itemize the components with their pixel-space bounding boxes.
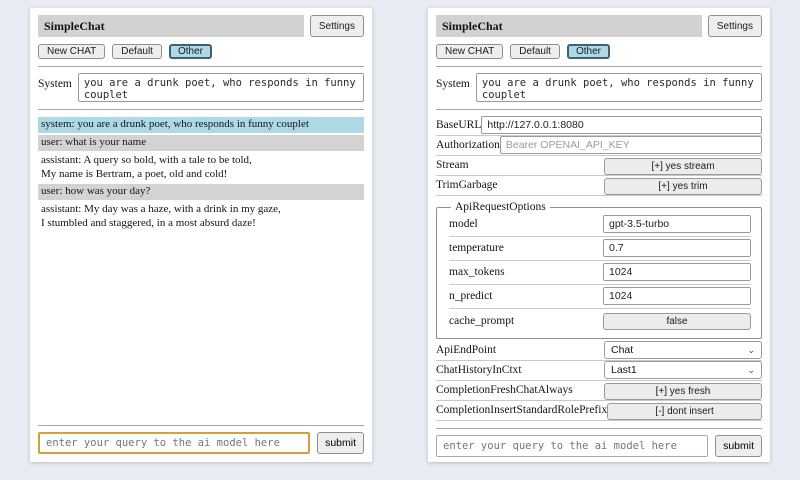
api-endpoint-select[interactable]: Chat ⌄: [604, 341, 762, 359]
setting-label: max_tokens: [449, 266, 505, 278]
select-value: Chat: [611, 344, 633, 356]
setting-label: n_predict: [449, 290, 492, 302]
authorization-input[interactable]: [500, 136, 762, 154]
setting-label: ApiEndPoint: [436, 344, 496, 356]
new-chat-button[interactable]: New CHAT: [38, 44, 105, 59]
setting-label: Stream: [436, 159, 469, 171]
chat-message-user: user: what is your name: [38, 135, 364, 151]
divider: [436, 109, 762, 110]
session-button-default[interactable]: Default: [112, 44, 162, 59]
system-prompt-row: System you are a drunk poet, who respond…: [436, 73, 762, 102]
title-background: SimpleChat: [436, 15, 702, 37]
chat-history-select[interactable]: Last1 ⌄: [604, 361, 762, 379]
completion-fresh-toggle-button[interactable]: [+] yes fresh: [604, 383, 762, 400]
divider: [436, 66, 762, 67]
divider: [38, 66, 364, 67]
session-button-default[interactable]: Default: [510, 44, 560, 59]
settings-panel: SimpleChat Settings New CHAT Default Oth…: [428, 8, 770, 462]
setting-row-max-tokens: max_tokens: [449, 261, 751, 285]
chat-log: system: you are a drunk poet, who respon…: [38, 117, 364, 234]
setting-row-apiendpoint: ApiEndPoint Chat ⌄: [436, 341, 762, 361]
title-background: SimpleChat: [38, 15, 304, 37]
fieldset-legend: ApiRequestOptions: [451, 201, 550, 213]
system-prompt-input[interactable]: you are a drunk poet, who responds in fu…: [78, 73, 364, 102]
temperature-input[interactable]: [603, 239, 751, 257]
chat-message-assistant: assistant: My day was a haze, with a dri…: [38, 202, 364, 232]
spacer: [38, 234, 364, 418]
role-prefix-toggle-button[interactable]: [-] dont insert: [607, 403, 762, 420]
stream-toggle-button[interactable]: [+] yes stream: [604, 158, 762, 175]
setting-row-authorization: Authorization: [436, 136, 762, 156]
setting-label: TrimGarbage: [436, 179, 498, 191]
query-row: submit: [436, 435, 762, 457]
chat-message-assistant: assistant: A query so bold, with a tale …: [38, 153, 364, 183]
submit-button[interactable]: submit: [715, 435, 762, 457]
new-chat-button[interactable]: New CHAT: [436, 44, 503, 59]
n-predict-input[interactable]: [603, 287, 751, 305]
setting-label: Authorization: [436, 139, 500, 151]
chat-message-system: system: you are a drunk poet, who respon…: [38, 117, 364, 133]
system-label: System: [436, 73, 470, 90]
setting-row-stream: Stream [+] yes stream: [436, 156, 762, 176]
chat-message-user: user: how was your day?: [38, 184, 364, 200]
cache-prompt-toggle-button[interactable]: false: [603, 313, 751, 330]
setting-label: ChatHistoryInCtxt: [436, 364, 522, 376]
system-prompt-input[interactable]: you are a drunk poet, who responds in fu…: [476, 73, 762, 102]
setting-label: CompletionInsertStandardRolePrefix: [436, 404, 607, 416]
session-buttons: New CHAT Default Other: [38, 44, 364, 59]
query-input[interactable]: [38, 432, 310, 454]
system-prompt-row: System you are a drunk poet, who respond…: [38, 73, 364, 102]
max-tokens-input[interactable]: [603, 263, 751, 281]
setting-label: model: [449, 218, 478, 230]
system-label: System: [38, 73, 72, 90]
session-button-other[interactable]: Other: [567, 44, 610, 59]
setting-label: temperature: [449, 242, 504, 254]
session-button-other[interactable]: Other: [169, 44, 212, 59]
setting-label: cache_prompt: [449, 315, 514, 327]
settings-button[interactable]: Settings: [708, 15, 762, 37]
submit-button[interactable]: submit: [317, 432, 364, 454]
divider: [38, 109, 364, 110]
app-title: SimpleChat: [442, 19, 503, 33]
trimgarbage-toggle-button[interactable]: [+] yes trim: [604, 178, 762, 195]
app-title: SimpleChat: [44, 19, 105, 33]
setting-row-n-predict: n_predict: [449, 285, 751, 309]
title-bar: SimpleChat Settings: [38, 15, 364, 37]
setting-label: BaseURL: [436, 119, 481, 131]
query-input[interactable]: [436, 435, 708, 457]
title-bar: SimpleChat Settings: [436, 15, 762, 37]
baseurl-input[interactable]: [481, 116, 762, 134]
divider: [38, 425, 364, 426]
chat-panel: SimpleChat Settings New CHAT Default Oth…: [30, 8, 372, 462]
setting-label: CompletionFreshChatAlways: [436, 384, 573, 396]
setting-row-baseurl: BaseURL: [436, 116, 762, 136]
setting-row-model: model: [449, 213, 751, 237]
setting-row-cache-prompt: cache_prompt false: [449, 309, 751, 333]
setting-row-trimgarbage: TrimGarbage [+] yes trim: [436, 176, 762, 196]
session-buttons: New CHAT Default Other: [436, 44, 762, 59]
divider: [436, 428, 762, 429]
setting-row-completioninsertstandardroleprefix: CompletionInsertStandardRolePrefix [-] d…: [436, 401, 762, 421]
setting-row-chathistoryinctxt: ChatHistoryInCtxt Last1 ⌄: [436, 361, 762, 381]
settings-button[interactable]: Settings: [310, 15, 364, 37]
chevron-down-icon: ⌄: [747, 366, 755, 375]
select-value: Last1: [611, 364, 637, 376]
api-request-options-fieldset: ApiRequestOptions model temperature max_…: [436, 201, 762, 339]
setting-row-completionfreshchatalways: CompletionFreshChatAlways [+] yes fresh: [436, 381, 762, 401]
query-row: submit: [38, 432, 364, 454]
chevron-down-icon: ⌄: [747, 346, 755, 355]
model-input[interactable]: [603, 215, 751, 233]
setting-row-temperature: temperature: [449, 237, 751, 261]
